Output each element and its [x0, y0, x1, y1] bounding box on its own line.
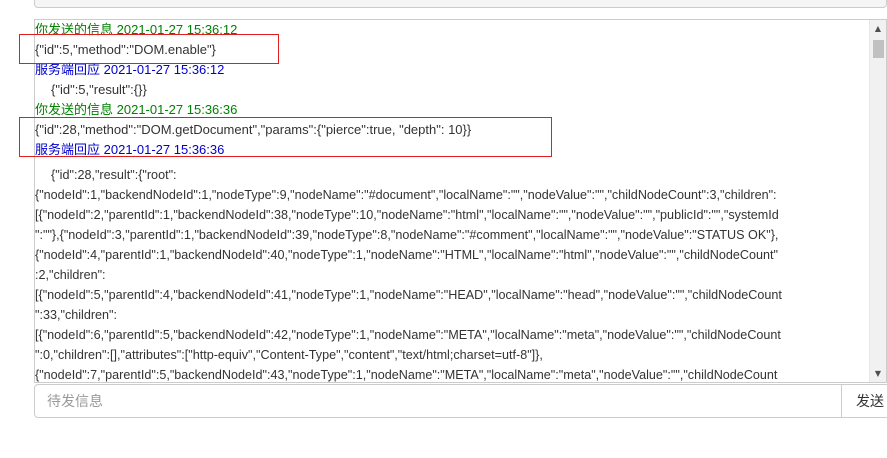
- scrollbar-thumb[interactable]: [873, 40, 884, 58]
- vertical-scrollbar[interactable]: ▲ ▼: [869, 20, 886, 382]
- message-text: {"id":28,"method":"DOM.getDocument","par…: [35, 122, 472, 137]
- response-line: ":33,"children":: [35, 308, 118, 322]
- scroll-down-arrow-icon[interactable]: ▼: [870, 365, 886, 382]
- log-entry-body: {"id":5,"method":"DOM.enable"}: [35, 40, 867, 60]
- log-entry-header: 你发送的信息 2021-01-27 15:36:12: [35, 20, 867, 40]
- sender-label: 你发送的信息: [35, 102, 114, 117]
- response-line: {"nodeId":4,"parentId":1,"backendNodeId"…: [35, 248, 778, 262]
- sender-label: 服务端回应: [35, 142, 101, 157]
- message-log-panel[interactable]: 你发送的信息 2021-01-27 15:36:12 {"id":5,"meth…: [34, 19, 887, 383]
- timestamp: 2021-01-27 15:36:36: [116, 102, 238, 117]
- response-line: [{"nodeId":5,"parentId":4,"backendNodeId…: [35, 288, 782, 302]
- timestamp: 2021-01-27 15:36:12: [116, 22, 238, 37]
- response-line: {"id":28,"result":{"root":: [51, 168, 177, 182]
- message-log-content: 你发送的信息 2021-01-27 15:36:12 {"id":5,"meth…: [35, 20, 867, 160]
- message-input-row: 发送: [34, 384, 887, 419]
- log-entry-header: 服务端回应 2021-01-27 15:36:36: [35, 140, 867, 160]
- log-entry-body: {"id":28,"method":"DOM.getDocument","par…: [35, 120, 867, 140]
- log-entry-header: 服务端回应 2021-01-27 15:36:12: [35, 60, 867, 80]
- log-entry-header: 你发送的信息 2021-01-27 15:36:36: [35, 100, 867, 120]
- response-line: [{"nodeId":2,"parentId":1,"backendNodeId…: [35, 208, 779, 222]
- message-input[interactable]: [34, 384, 842, 418]
- sender-label: 你发送的信息: [35, 22, 114, 37]
- timestamp: 2021-01-27 15:36:12: [103, 62, 225, 77]
- scroll-up-arrow-icon[interactable]: ▲: [870, 20, 886, 37]
- response-body: {"id":28,"result":{"root": {"nodeId":1,"…: [35, 165, 867, 382]
- sender-label: 服务端回应: [35, 62, 101, 77]
- response-line: [{"nodeId":6,"parentId":5,"backendNodeId…: [35, 328, 781, 342]
- response-line: ":0,"children":[],"attributes":["http-eq…: [35, 348, 543, 362]
- response-line: :2,"children":: [35, 268, 106, 282]
- response-line: {"nodeId":1,"backendNodeId":1,"nodeType"…: [35, 188, 777, 202]
- response-line: ":""},{"nodeId":3,"parentId":1,"backendN…: [35, 228, 779, 242]
- timestamp: 2021-01-27 15:36:36: [103, 142, 225, 157]
- message-text: {"id":5,"method":"DOM.enable"}: [35, 42, 216, 57]
- top-panel-edge: [34, 0, 887, 8]
- response-line: {"nodeId":7,"parentId":5,"backendNodeId"…: [35, 368, 778, 382]
- message-text: {"id":5,"result":{}}: [51, 82, 147, 97]
- websocket-debug-page: 你发送的信息 2021-01-27 15:36:12 {"id":5,"meth…: [0, 0, 887, 458]
- send-button[interactable]: 发送: [841, 384, 887, 418]
- log-entry-body: {"id":5,"result":{}}: [35, 80, 867, 100]
